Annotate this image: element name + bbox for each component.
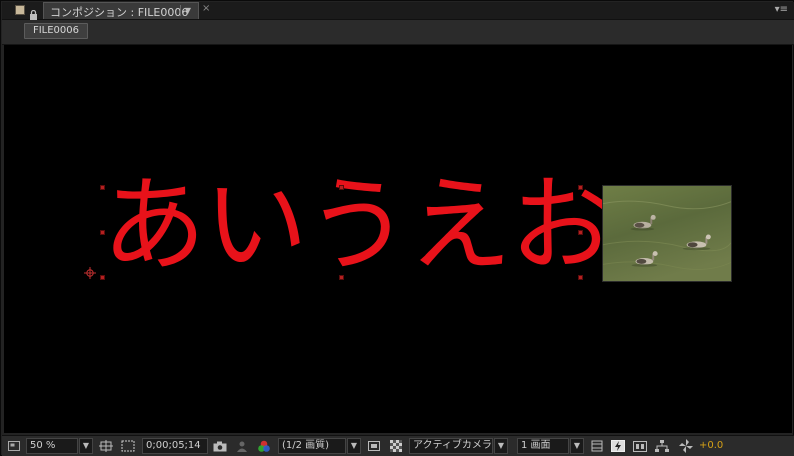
- resolution-select[interactable]: (1/2 画質): [278, 438, 346, 454]
- view-layout-select[interactable]: 1 画面: [517, 438, 569, 454]
- selection-handle[interactable]: [100, 185, 105, 190]
- timeline-icon[interactable]: [632, 438, 648, 454]
- anchor-point-icon[interactable]: [84, 264, 96, 279]
- tab-composition[interactable]: コンポジション : FILE0006 ▼: [43, 2, 199, 19]
- always-preview-icon[interactable]: [6, 438, 22, 454]
- breadcrumb-composition[interactable]: FILE0006: [24, 23, 88, 39]
- region-of-interest-icon[interactable]: [366, 438, 382, 454]
- selection-handle[interactable]: [339, 185, 344, 190]
- reset-exposure-icon[interactable]: [678, 438, 694, 454]
- composition-panel: コンポジション : FILE0006 ▼ × ▾≡ FILE0006 あいうえお: [0, 0, 794, 456]
- active-camera-select[interactable]: アクティブカメラ: [409, 438, 493, 454]
- text-layer[interactable]: あいうえお: [102, 173, 614, 277]
- checkerboard-icon[interactable]: [388, 438, 404, 454]
- selection-handle[interactable]: [578, 230, 583, 235]
- camera-dropdown[interactable]: ▼: [494, 438, 508, 454]
- composition-navigator: FILE0006: [2, 20, 794, 45]
- composition-viewer[interactable]: あいうえお: [4, 45, 792, 433]
- selection-handle[interactable]: [100, 275, 105, 280]
- exposure-value[interactable]: +0.0: [699, 438, 723, 454]
- selection-handle[interactable]: [100, 230, 105, 235]
- tab-title: コンポジション : FILE0006: [50, 6, 189, 19]
- grid-guides-icon[interactable]: [98, 438, 114, 454]
- selection-handle[interactable]: [339, 275, 344, 280]
- show-snapshot-icon[interactable]: [234, 438, 250, 454]
- panel-tab-bar: コンポジション : FILE0006 ▼ × ▾≡: [2, 2, 794, 20]
- current-time-display[interactable]: 0;00;05;14: [142, 438, 208, 454]
- tab-dropdown-button[interactable]: ▼: [180, 5, 195, 16]
- close-icon[interactable]: ×: [202, 3, 210, 14]
- flowchart-icon[interactable]: [654, 438, 670, 454]
- channels-icon[interactable]: [256, 438, 272, 454]
- selection-handle[interactable]: [578, 275, 583, 280]
- pixel-aspect-icon[interactable]: [589, 438, 605, 454]
- fast-previews-icon[interactable]: [610, 438, 626, 454]
- transparency-grid-icon[interactable]: [120, 438, 136, 454]
- view-layout-dropdown[interactable]: ▼: [570, 438, 584, 454]
- label-color-swatch[interactable]: [15, 5, 25, 15]
- footage-layer-ducks[interactable]: [602, 185, 732, 282]
- panel-menu-icon[interactable]: ▾≡: [775, 4, 788, 15]
- viewer-toolbar: 50 % ▼ 0;00;05;14 (1/2 画質) ▼ アクティブカメラ ▼ …: [2, 435, 794, 456]
- magnification-select[interactable]: 50 %: [26, 438, 78, 454]
- camera-snapshot-icon[interactable]: [212, 438, 228, 454]
- resolution-dropdown[interactable]: ▼: [347, 438, 361, 454]
- lock-icon[interactable]: [29, 5, 39, 20]
- selection-handle[interactable]: [578, 185, 583, 190]
- magnification-dropdown[interactable]: ▼: [79, 438, 93, 454]
